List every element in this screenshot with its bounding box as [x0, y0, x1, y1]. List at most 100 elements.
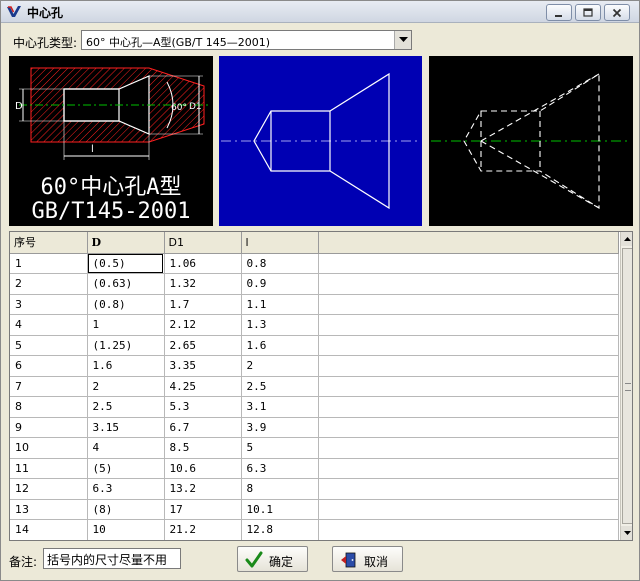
close-icon: [612, 8, 622, 17]
table-cell[interactable]: 1.6: [87, 355, 165, 377]
minimize-icon: [555, 14, 562, 17]
table-cell[interactable]: 3.1: [241, 396, 319, 418]
table-cell[interactable]: 2.5: [241, 376, 319, 397]
table-row[interactable]: 13 (8) 17 10.1: [10, 499, 619, 520]
table-cell[interactable]: 10.6: [164, 458, 242, 479]
row-index-cell[interactable]: 11: [10, 458, 88, 479]
table-cell[interactable]: 0.9: [241, 273, 319, 295]
table-cell[interactable]: 3.9: [241, 417, 319, 438]
table-cell[interactable]: (8): [87, 499, 165, 520]
table-cell[interactable]: (0.63): [87, 273, 165, 295]
row-index-cell[interactable]: 7: [10, 376, 88, 397]
type-select-value: 60° 中心孔—A型(GB/T 145—2001): [86, 36, 271, 49]
table-cell[interactable]: 2.5: [87, 396, 165, 418]
table-cell[interactable]: 1: [87, 314, 165, 336]
table-cell[interactable]: 8: [241, 478, 319, 500]
table-cell[interactable]: 3.35: [164, 355, 242, 377]
maximize-icon: [583, 7, 593, 17]
row-index-cell[interactable]: 14: [10, 519, 88, 540]
ok-button[interactable]: 确定: [237, 546, 308, 572]
row-index-cell[interactable]: 13: [10, 499, 88, 520]
center-hole-hidden-lines: [431, 73, 631, 209]
table-cell[interactable]: 10.1: [241, 499, 319, 520]
table-cell[interactable]: 6.7: [164, 417, 242, 438]
vertical-scrollbar[interactable]: [620, 232, 632, 540]
row-index-cell[interactable]: 9: [10, 417, 88, 438]
table-row[interactable]: 9 3.15 6.7 3.9: [10, 417, 619, 438]
column-header-D[interactable]: D: [87, 232, 165, 254]
table-cell[interactable]: (0.8): [87, 294, 165, 315]
table-cell[interactable]: 12.8: [241, 519, 319, 540]
column-header-index[interactable]: 序号: [10, 232, 88, 254]
table-row[interactable]: 12 6.3 13.2 8: [10, 478, 619, 500]
table-cell[interactable]: 1.7: [164, 294, 242, 315]
table-cell[interactable]: 10: [87, 519, 165, 540]
table-cell[interactable]: 5: [241, 437, 319, 459]
table-cell[interactable]: 2.65: [164, 335, 242, 356]
row-index-cell[interactable]: 5: [10, 335, 88, 356]
column-header-D1[interactable]: D1: [164, 232, 242, 254]
table-row[interactable]: 1 (0.5) 1.06 0.8: [10, 253, 619, 274]
table-cell[interactable]: 1.6: [241, 335, 319, 356]
note-field[interactable]: 括号内的尺寸尽量不用: [43, 548, 181, 569]
table-cell[interactable]: 2: [241, 355, 319, 377]
table-cell[interactable]: (5): [87, 458, 165, 479]
table-row[interactable]: 2 (0.63) 1.32 0.9: [10, 273, 619, 295]
table-cell[interactable]: 17: [164, 499, 242, 520]
table-cell[interactable]: 6.3: [241, 458, 319, 479]
table-cell[interactable]: 1.3: [241, 314, 319, 336]
table-cell-empty: [318, 294, 619, 315]
dimension-table[interactable]: 序号 D D1 l 1 (0.5) 1.06 0.8 2 (0.63) 1.32 0.9 3 (0…: [9, 231, 633, 541]
table-cell[interactable]: 1.1: [241, 294, 319, 315]
dim-label-l: l: [91, 144, 94, 155]
table-row[interactable]: 5 (1.25) 2.65 1.6: [10, 335, 619, 356]
row-index-cell[interactable]: 4: [10, 314, 88, 336]
table-row[interactable]: 11 (5) 10.6 6.3: [10, 458, 619, 479]
table-cell-empty: [318, 437, 619, 459]
table-cell[interactable]: 2: [87, 376, 165, 397]
dropdown-arrow-button[interactable]: [394, 31, 411, 49]
table-cell[interactable]: 0.8: [241, 253, 319, 274]
cancel-button[interactable]: 取消: [332, 546, 403, 572]
table-row[interactable]: 4 1 2.12 1.3: [10, 314, 619, 336]
table-cell[interactable]: 21.2: [164, 519, 242, 540]
row-index-cell[interactable]: 10: [10, 437, 88, 459]
row-index-cell[interactable]: 6: [10, 355, 88, 377]
table-row[interactable]: 3 (0.8) 1.7 1.1: [10, 294, 619, 315]
row-index-cell[interactable]: 3: [10, 294, 88, 315]
table-cell-empty: [318, 355, 619, 377]
minimize-button[interactable]: [546, 4, 572, 21]
table-row[interactable]: 10 4 8.5 5: [10, 437, 619, 459]
maximize-button[interactable]: [575, 4, 601, 21]
scroll-down-button[interactable]: [621, 526, 632, 540]
table-cell[interactable]: 8.5: [164, 437, 242, 459]
table-row[interactable]: 6 1.6 3.35 2: [10, 355, 619, 377]
table-cell[interactable]: (1.25): [87, 335, 165, 356]
table-cell[interactable]: (0.5): [87, 253, 165, 274]
close-button[interactable]: [604, 4, 630, 21]
table-cell[interactable]: 2.12: [164, 314, 242, 336]
row-index-cell[interactable]: 2: [10, 273, 88, 295]
table-cell[interactable]: 4: [87, 437, 165, 459]
table-cell[interactable]: 5.3: [164, 396, 242, 418]
title-bar[interactable]: 中心孔: [1, 1, 639, 23]
scroll-thumb[interactable]: [622, 248, 632, 524]
table-row[interactable]: 14 10 21.2 12.8: [10, 519, 619, 540]
row-index-cell[interactable]: 1: [10, 253, 88, 274]
type-select[interactable]: 60° 中心孔—A型(GB/T 145—2001): [81, 30, 412, 50]
triangle-up-icon: [624, 237, 631, 241]
table-row[interactable]: 7 2 4.25 2.5: [10, 376, 619, 397]
center-hole-outline: [221, 72, 419, 210]
table-cell[interactable]: 6.3: [87, 478, 165, 500]
table-cell[interactable]: 1.32: [164, 273, 242, 295]
table-cell[interactable]: 3.15: [87, 417, 165, 438]
row-index-cell[interactable]: 12: [10, 478, 88, 500]
table-cell-empty: [318, 314, 619, 336]
table-row[interactable]: 8 2.5 5.3 3.1: [10, 396, 619, 418]
column-header-l[interactable]: l: [241, 232, 319, 254]
row-index-cell[interactable]: 8: [10, 396, 88, 418]
scroll-up-button[interactable]: [621, 232, 632, 246]
table-cell[interactable]: 4.25: [164, 376, 242, 397]
table-cell[interactable]: 13.2: [164, 478, 242, 500]
table-cell[interactable]: 1.06: [164, 253, 242, 274]
